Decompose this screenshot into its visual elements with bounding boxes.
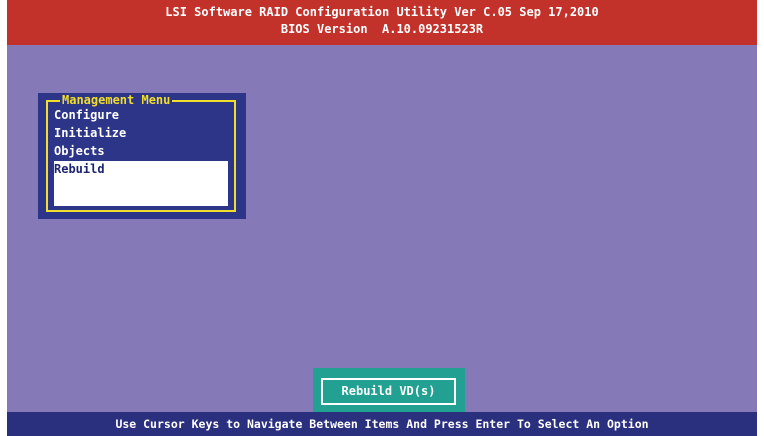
- menu-item-objects[interactable]: Objects: [54, 143, 228, 160]
- menu-selection-highlight: [54, 187, 228, 206]
- menu-item-initialize[interactable]: Initialize: [54, 125, 228, 142]
- action-panel: Rebuild VD(s): [313, 368, 465, 414]
- rebuild-vd-button[interactable]: Rebuild VD(s): [321, 378, 456, 405]
- menu-item-rebuild[interactable]: Rebuild: [54, 161, 228, 187]
- status-bar: Use Cursor Keys to Navigate Between Item…: [7, 412, 757, 436]
- title-bar: LSI Software RAID Configuration Utility …: [7, 0, 757, 45]
- management-menu: Management Menu Configure Initialize Obj…: [38, 93, 246, 219]
- menu-item-configure[interactable]: Configure: [54, 107, 228, 124]
- bios-version: BIOS Version A.10.09231523R: [280, 22, 484, 36]
- management-menu-title: Management Menu: [60, 93, 173, 107]
- app-title: LSI Software RAID Configuration Utility …: [165, 5, 599, 19]
- management-menu-frame: Management Menu Configure Initialize Obj…: [46, 93, 236, 212]
- bios-screen: LSI Software RAID Configuration Utility …: [7, 0, 757, 436]
